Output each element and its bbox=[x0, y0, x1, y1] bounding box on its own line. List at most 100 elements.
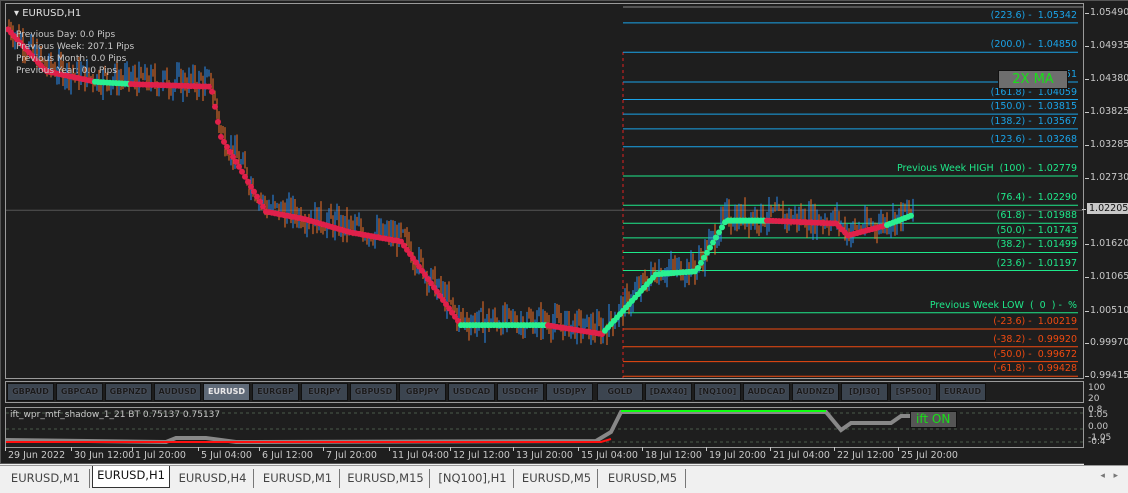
moving-average-dot bbox=[719, 224, 725, 231]
fib-level-label: (23.6) - 1.01197 bbox=[996, 257, 1077, 269]
time-tick: 12 Jul 12:00 bbox=[450, 447, 510, 461]
symbol-button-gbpaud[interactable]: GBPAUD bbox=[7, 383, 54, 401]
symbol-button-gbpnzd[interactable]: GBPNZD bbox=[105, 383, 152, 401]
chart-tab[interactable]: [NQ100],H1 bbox=[432, 469, 514, 488]
current-price-label: 1.02205 bbox=[1081, 203, 1128, 215]
time-tick: 7 Jul 20:00 bbox=[323, 447, 377, 461]
time-tick: 13 Jul 20:00 bbox=[513, 447, 573, 461]
tab-scroll-arrows[interactable]: ◂ ▸ bbox=[1100, 471, 1118, 481]
symbol-button-nq100[interactable]: [NQ100] bbox=[694, 383, 741, 401]
chart-tab[interactable]: EURUSD,M15 bbox=[342, 469, 430, 488]
symbol-button-usdchf[interactable]: USDCHF bbox=[497, 383, 544, 401]
chart-tab[interactable]: EURUSD,M5 bbox=[516, 469, 598, 488]
chart-tab[interactable]: EURUSD,M1 bbox=[2, 469, 90, 488]
price-tick: 1.03825 bbox=[1084, 106, 1128, 118]
price-tick: 1.05490 bbox=[1084, 7, 1128, 18]
symbol-button-bar: GBPAUD GBPCAD GBPNZD AUDUSD EURUSD EURGBP EURJ… bbox=[5, 381, 1084, 403]
fib-level-label: (50.0) - 1.01743 bbox=[996, 224, 1077, 236]
chart-tab[interactable]: EURUSD,M1 bbox=[256, 469, 340, 488]
price-tick: 0.99970 bbox=[1084, 336, 1128, 348]
fib-level-label: (38.2) - 1.01499 bbox=[996, 239, 1077, 251]
indicator-axis-tick: 100 bbox=[1088, 383, 1106, 393]
moving-average-dot bbox=[218, 133, 224, 140]
symbol-button-audcad[interactable]: AUDCAD bbox=[743, 383, 790, 401]
fib-level-label: (200.0) - 1.04850 bbox=[990, 39, 1077, 51]
price-tick: 1.01620 bbox=[1084, 238, 1128, 250]
symbol-button-usdcad[interactable]: USDCAD bbox=[448, 383, 495, 401]
price-axis[interactable]: 1.05490 1.04935 1.04380 1.03825 1.03285 1.027… bbox=[1081, 1, 1128, 465]
moving-average-dot bbox=[251, 188, 257, 195]
moving-average-dot bbox=[224, 143, 230, 150]
symbol-button-audnzd[interactable]: AUDNZD bbox=[792, 383, 839, 401]
moving-average-dot bbox=[230, 153, 236, 160]
price-chart[interactable]: ▾ EURUSD,H1 Previous Day: 0.0 Pips Previ… bbox=[5, 3, 1084, 379]
symbol-button-dji30[interactable]: [DJI30] bbox=[841, 383, 888, 401]
indicator-panel[interactable]: ift_wpr_mtf_shadow_1_21 BT 0.75137 0.751… bbox=[5, 407, 1084, 448]
price-tick: 1.00510 bbox=[1084, 304, 1128, 316]
moving-average-dot bbox=[239, 168, 245, 175]
chart-window: ▾ EURUSD,H1 Previous Day: 0.0 Pips Previ… bbox=[0, 0, 1128, 465]
moving-average-dot bbox=[236, 163, 242, 170]
time-tick: 6 Jul 12:00 bbox=[259, 447, 313, 461]
price-tick: 1.01065 bbox=[1084, 271, 1128, 283]
symbol-button-gbpcad[interactable]: GBPCAD bbox=[56, 383, 103, 401]
chart-tab[interactable]: EURUSD,H1 bbox=[92, 466, 170, 488]
moving-average-dot bbox=[908, 212, 914, 219]
symbol-button-euraud[interactable]: EURAUD bbox=[939, 383, 986, 401]
symbol-button-sp500[interactable]: [SP500] bbox=[890, 383, 937, 401]
chart-symbol-label: EURUSD,H1 bbox=[22, 8, 82, 19]
fib-level-label: (123.6) - 1.03268 bbox=[990, 133, 1077, 145]
moving-average-dot bbox=[242, 173, 248, 180]
indicator-axis-tick: 0.00 bbox=[1088, 422, 1109, 432]
symbol-button-gold[interactable]: GOLD bbox=[597, 383, 643, 401]
time-tick: 25 Jul 20:00 bbox=[898, 447, 958, 461]
ift-toggle-button[interactable]: ift ON bbox=[910, 411, 957, 428]
fib-level-label: (138.2) - 1.03567 bbox=[990, 115, 1077, 127]
symbol-button-gbpjpy[interactable]: GBPJPY bbox=[399, 383, 446, 401]
indicator-axis-tick: 1.05 bbox=[1088, 410, 1109, 420]
chart-tab[interactable]: EURUSD,H4 bbox=[172, 469, 254, 488]
time-tick: 18 Jul 12:00 bbox=[642, 447, 702, 461]
moving-average-dot bbox=[701, 254, 707, 261]
fib-level-label: (223.6) - 1.05342 bbox=[990, 9, 1077, 21]
price-tick: 1.04380 bbox=[1084, 73, 1128, 85]
moving-average-dot bbox=[710, 239, 716, 246]
time-tick: 1 Jul 20:00 bbox=[132, 447, 186, 461]
moving-average-dot bbox=[716, 229, 722, 236]
moving-average-dot bbox=[713, 234, 719, 241]
moving-average-dot bbox=[254, 193, 260, 200]
moving-average-dot bbox=[260, 203, 266, 210]
symbol-button-eurgbp[interactable]: EURGBP bbox=[252, 383, 299, 401]
moving-average-dot bbox=[698, 259, 704, 266]
price-chart-canvas[interactable] bbox=[6, 4, 1083, 378]
fib-level-label: (-23.6) - 1.00219 bbox=[993, 315, 1077, 327]
symbol-button-usdjpy[interactable]: USDJPY bbox=[546, 383, 593, 401]
symbol-button-gbpusd[interactable]: GBPUSD bbox=[350, 383, 397, 401]
fib-level-label: (-50.0) - 0.99672 bbox=[993, 348, 1077, 360]
ma-toggle-button[interactable]: 2X MA bbox=[998, 70, 1068, 89]
chart-tab-bar: ◂ ▸ EURUSD,M1 EURUSD,H1 EURUSD,H4 EURUSD,M1… bbox=[0, 465, 1128, 493]
time-tick: 19 Jul 20:00 bbox=[706, 447, 766, 461]
time-tick: 11 Jul 04:00 bbox=[389, 447, 449, 461]
symbol-button-audusd[interactable]: AUDUSD bbox=[154, 383, 201, 401]
moving-average-dot bbox=[221, 138, 227, 145]
fib-level-label: (-61.8) - 0.99428 bbox=[993, 363, 1077, 375]
price-tick: 1.04935 bbox=[1084, 40, 1128, 52]
fib-level-label: (-38.2) - 0.99920 bbox=[993, 333, 1077, 345]
fib-level-label: Previous Week HIGH (100) - 1.02779 bbox=[896, 162, 1077, 174]
chart-tab[interactable]: EURUSD,M5 bbox=[600, 469, 686, 488]
moving-average-dot bbox=[245, 178, 251, 185]
fib-level-label: (150.0) - 1.03815 bbox=[990, 101, 1077, 113]
symbol-button-eurusd[interactable]: EURUSD bbox=[203, 383, 250, 401]
indicator-label: ift_wpr_mtf_shadow_1_21 BT 0.75137 0.751… bbox=[10, 410, 221, 420]
moving-average-dot bbox=[233, 158, 239, 165]
moving-average-dot bbox=[206, 83, 212, 90]
moving-average-dot bbox=[707, 244, 713, 251]
symbol-button-dax40[interactable]: [DAX40] bbox=[645, 383, 692, 401]
indicator-axis-tick: -0.4 bbox=[1088, 437, 1106, 447]
symbol-button-eurjpy[interactable]: EURJPY bbox=[301, 383, 348, 401]
moving-average-dot bbox=[212, 103, 218, 110]
time-tick: 30 Jun 12:00 bbox=[70, 447, 135, 461]
moving-average-dot bbox=[695, 264, 701, 271]
moving-average-dot bbox=[227, 148, 233, 155]
